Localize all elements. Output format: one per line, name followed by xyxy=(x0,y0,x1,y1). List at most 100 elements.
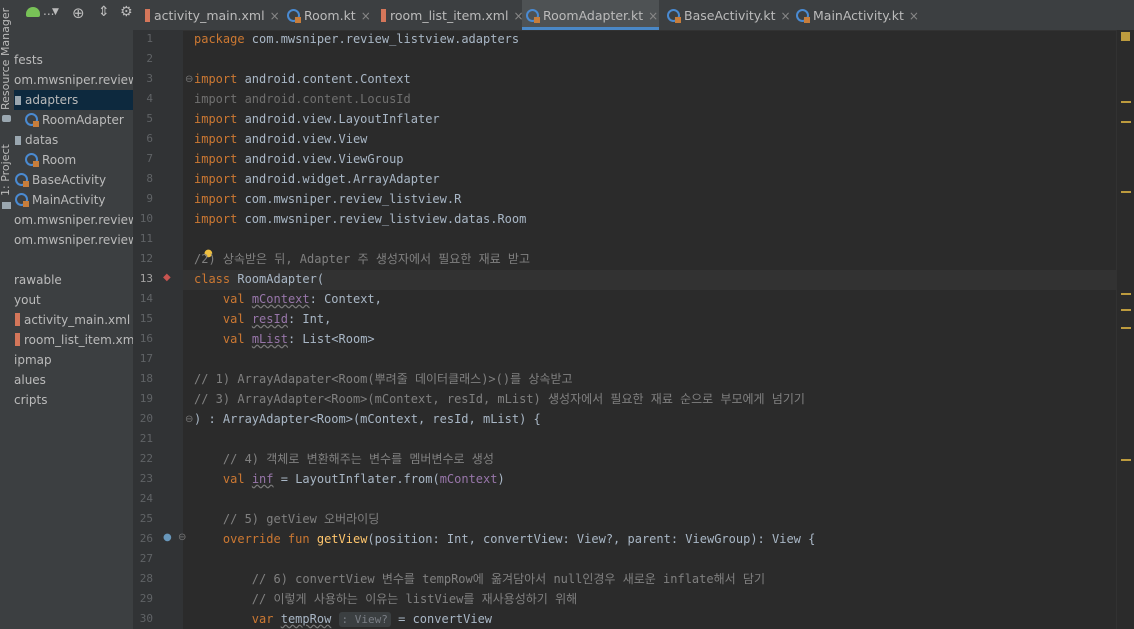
code-line[interactable]: import com.mwsniper.review_listview.R xyxy=(194,189,1114,209)
code-line[interactable]: // 6) convertView 변수를 tempRow에 옮겨담아서 nul… xyxy=(194,569,1114,589)
code-line[interactable]: val mList: List<Room> xyxy=(194,329,1114,349)
tree-item[interactable]: datas xyxy=(14,130,133,150)
code-line[interactable]: // 4) 객체로 변환해주는 변수를 멤버변수로 생성 xyxy=(194,449,1114,469)
tree-item[interactable]: room_list_item.xml xyxy=(14,330,133,350)
target-icon[interactable]: ⊕ xyxy=(72,4,85,22)
code-line[interactable]: val inf = LayoutInflater.from(mContext) xyxy=(194,469,1114,489)
code-editor[interactable]: package com.mwsniper.review_listview.ada… xyxy=(183,30,1116,629)
resource-icon[interactable] xyxy=(2,115,11,122)
code-line[interactable] xyxy=(194,429,1114,449)
tree-item[interactable]: activity_main.xml xyxy=(14,310,133,330)
scroll-mark[interactable] xyxy=(1121,309,1131,311)
tree-item[interactable]: RoomAdapter xyxy=(14,110,133,130)
tab-room-kt[interactable]: Room.kt × xyxy=(283,0,375,30)
code-line[interactable]: import com.mwsniper.review_listview.data… xyxy=(194,209,1114,229)
code-line[interactable]: var tempRow : View? = convertView xyxy=(194,609,1114,629)
code-line[interactable]: val mContext: Context, xyxy=(194,289,1114,309)
code-line[interactable]: // 이렇게 사용하는 이유는 listView를 재사용성하기 위해 xyxy=(194,589,1114,609)
tree-item[interactable]: om.mwsniper.review_li xyxy=(14,230,133,250)
project-tool-tab[interactable]: 1: Project xyxy=(0,144,12,196)
xml-file-icon xyxy=(15,313,20,326)
code-line[interactable]: override fun getView(position: Int, conv… xyxy=(194,529,1114,549)
close-icon[interactable]: × xyxy=(648,9,658,23)
override-marker-icon[interactable]: ● xyxy=(163,532,172,543)
warning-indicator-icon[interactable] xyxy=(1121,32,1130,41)
code-line[interactable] xyxy=(194,349,1114,369)
tab-room-list-item-xml[interactable]: room_list_item.xml × xyxy=(377,0,524,30)
chevron-down-icon[interactable]: ▼ xyxy=(52,7,59,17)
close-icon[interactable]: × xyxy=(361,9,371,23)
tree-item[interactable]: alues xyxy=(14,370,133,390)
tree-item[interactable]: om.mwsniper.review_li xyxy=(14,70,133,90)
line-number: 9 xyxy=(146,192,153,205)
code-line[interactable]: ) : ArrayAdapter<Room>(mContext, resId, … xyxy=(194,409,1114,429)
code-line[interactable]: // 3) ArrayAdapter<Room>(mContext, resId… xyxy=(194,389,1114,409)
android-icon[interactable] xyxy=(26,7,40,17)
scroll-mark[interactable] xyxy=(1121,191,1131,193)
code-line[interactable]: // 1) ArrayAdapater<Room(뿌려줄 데이터클래스)>()를… xyxy=(194,369,1114,389)
tab-roomadapter-kt[interactable]: RoomAdapter.kt × xyxy=(522,0,659,30)
scroll-mark[interactable] xyxy=(1121,293,1131,295)
close-icon[interactable]: × xyxy=(270,9,280,23)
tree-item[interactable]: yout xyxy=(14,290,133,310)
close-icon[interactable]: × xyxy=(909,9,919,23)
code-line[interactable] xyxy=(194,49,1114,69)
tree-item[interactable]: adapters xyxy=(14,90,133,110)
code-line[interactable] xyxy=(194,229,1114,249)
line-number: 11 xyxy=(139,232,153,245)
line-number: 5 xyxy=(146,112,153,125)
project-folder-icon[interactable] xyxy=(2,202,11,209)
tree-item-label: alues xyxy=(14,373,46,387)
scroll-mark[interactable] xyxy=(1121,121,1131,123)
tree-item[interactable]: Room xyxy=(14,150,133,170)
resource-manager-tab[interactable]: Resource Manager xyxy=(0,8,12,110)
code-line[interactable]: import android.content.LocusId xyxy=(194,89,1114,109)
code-line[interactable]: import android.view.ViewGroup xyxy=(194,149,1114,169)
code-line[interactable] xyxy=(194,549,1114,569)
line-number: 20 xyxy=(139,412,153,425)
line-number: 1 xyxy=(146,32,153,45)
tree-item-label: cripts xyxy=(14,393,48,407)
line-number: 13 xyxy=(139,272,153,285)
tree-item[interactable] xyxy=(14,250,133,270)
collapse-icon[interactable]: ⇕ xyxy=(98,4,110,20)
code-line[interactable] xyxy=(194,489,1114,509)
tree-item[interactable]: ipmap xyxy=(14,350,133,370)
tree-item-label: ipmap xyxy=(14,353,52,367)
tree-item[interactable]: MainActivity xyxy=(14,190,133,210)
tree-item-label: MainActivity xyxy=(32,193,106,207)
gear-icon[interactable]: ⚙ xyxy=(120,4,133,20)
tree-item[interactable]: om.mwsniper.review_li xyxy=(14,210,133,230)
line-number: 6 xyxy=(146,132,153,145)
editor-scrollbar[interactable] xyxy=(1116,30,1134,629)
tab-activity-main-xml[interactable]: activity_main.xml × xyxy=(141,0,281,30)
code-line[interactable]: class RoomAdapter( xyxy=(194,269,1114,289)
code-line[interactable]: import android.view.View xyxy=(194,129,1114,149)
tab-mainactivity-kt[interactable]: MainActivity.kt × xyxy=(792,0,919,30)
code-line[interactable]: import android.view.LayoutInflater xyxy=(194,109,1114,129)
scroll-mark[interactable] xyxy=(1121,327,1131,329)
class-marker-icon[interactable]: ◆ xyxy=(163,272,171,283)
tree-item-label: Room xyxy=(42,153,77,167)
tree-item[interactable]: BaseActivity xyxy=(14,170,133,190)
code-line[interactable]: import android.widget.ArrayAdapter xyxy=(194,169,1114,189)
line-number: 14 xyxy=(139,292,153,305)
tree-item-label: rawable xyxy=(14,273,62,287)
folder-icon xyxy=(15,136,21,145)
code-line[interactable]: // 5) getView 오버라이딩 xyxy=(194,509,1114,529)
tab-baseactivity-kt[interactable]: BaseActivity.kt × xyxy=(663,0,791,30)
code-line[interactable]: package com.mwsniper.review_listview.ada… xyxy=(194,30,1114,49)
scroll-mark[interactable] xyxy=(1121,101,1131,103)
line-number: 24 xyxy=(139,492,153,505)
scroll-mark[interactable] xyxy=(1121,459,1131,461)
tree-item[interactable]: cripts xyxy=(14,390,133,410)
code-line[interactable]: val resId: Int, xyxy=(194,309,1114,329)
tree-item-label: om.mwsniper.review_li xyxy=(14,213,133,227)
editor-gutter: 1 2 3 4 5 6 7 8 9 10 11 12 13 14 15 16 17 18 19 20 21 22 23 24 2… xyxy=(133,30,213,629)
code-line[interactable]: /2) 상속받은 뒤, Adapter 주 생성자에서 필요한 재료 받고 xyxy=(194,249,1114,269)
tree-item[interactable]: fests xyxy=(14,50,133,70)
close-icon[interactable]: × xyxy=(781,9,791,23)
folder-icon xyxy=(15,96,21,105)
code-line[interactable]: import android.content.Context xyxy=(194,69,1114,89)
tree-item[interactable]: rawable xyxy=(14,270,133,290)
